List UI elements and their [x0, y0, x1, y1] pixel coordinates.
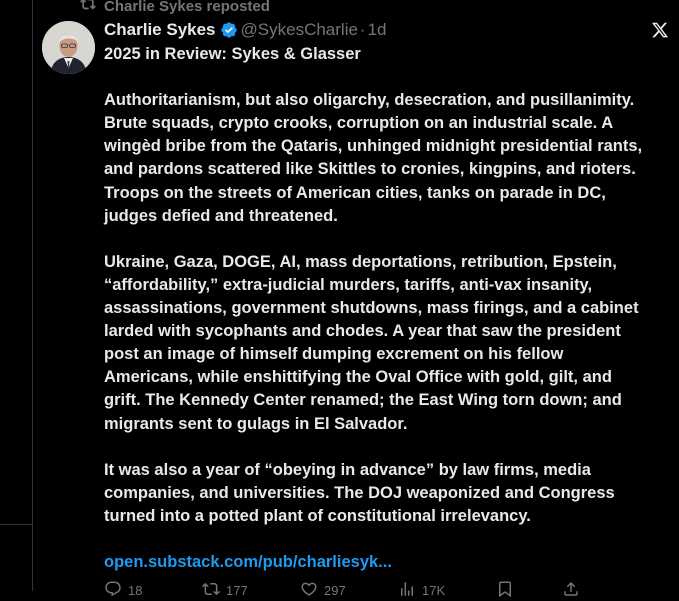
- tweet-line: judges defied and threatened.: [104, 206, 338, 225]
- tweet-line: It was also a year of “obeying in advanc…: [104, 460, 591, 479]
- tweet-text: 2025 in Review: Sykes & Glasser Authorit…: [104, 43, 674, 574]
- tweet-line: Troops on the streets of American cities…: [104, 183, 606, 202]
- tweet-line: Brute squads, crypto crooks, corruption …: [104, 114, 614, 133]
- tweet-link[interactable]: open.substack.com/pub/charliesyk...: [104, 551, 674, 574]
- tweet-line: turned into a potted plant of constituti…: [104, 506, 531, 525]
- verified-badge-icon[interactable]: [220, 21, 238, 39]
- tweet-line: larded with sycophants and chodes. A yea…: [104, 322, 621, 341]
- tweet-line: and pardons scattered like Skittles to c…: [104, 160, 636, 179]
- timestamp[interactable]: 1d: [368, 20, 387, 40]
- tweet-line: grift. The Kennedy Center renamed; the E…: [104, 391, 622, 410]
- sidebar-divider: [0, 524, 32, 525]
- timeline-left-border: [32, 0, 33, 591]
- tweet-line: Americans, while enshittifying the Oval …: [104, 368, 612, 387]
- repost-icon: [80, 0, 104, 16]
- repost-text: Charlie Sykes reposted: [104, 0, 270, 15]
- tweet-header: Charlie Sykes @SykesCharlie · 1d: [104, 19, 387, 41]
- avatar[interactable]: [42, 21, 95, 74]
- tweet-line: Authoritarianism, but also oligarchy, de…: [104, 91, 635, 110]
- tweet-line: post an image of himself dumping excreme…: [104, 345, 564, 364]
- tweet-title: 2025 in Review: Sykes & Glasser: [104, 45, 361, 63]
- author-handle[interactable]: @SykesCharlie: [241, 20, 358, 40]
- separator-dot: ·: [359, 20, 366, 39]
- tweet-line: “affordability,” extra-judicial murders,…: [104, 275, 593, 294]
- tweet-line: assassinations, government shutdowns, ma…: [104, 299, 639, 318]
- tweet-line: migrants sent to gulags in El Salvador.: [104, 414, 408, 433]
- tweet-line: Ukraine, Gaza, DOGE, AI, mass deportatio…: [104, 252, 617, 271]
- repost-indicator[interactable]: Charlie Sykes reposted: [80, 0, 270, 16]
- x-logo-icon: [651, 21, 669, 39]
- tweet-line: companies, and universities. The DOJ wea…: [104, 483, 615, 502]
- tweet-line: wingèd bribe from the Qataris, unhinged …: [104, 137, 643, 156]
- author-name[interactable]: Charlie Sykes: [104, 20, 216, 40]
